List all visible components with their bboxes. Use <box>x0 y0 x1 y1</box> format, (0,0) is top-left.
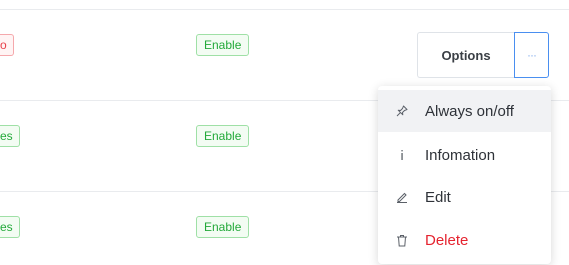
menu-item-label: Infomation <box>425 146 496 164</box>
menu-item-label: Always on/off <box>425 102 514 120</box>
menu-item-label: Delete <box>425 231 469 249</box>
row-actions: Options ··· <box>417 32 549 80</box>
enable-badge: Enable <box>196 125 250 147</box>
info-icon <box>395 149 409 161</box>
status-badge: es <box>0 216 20 238</box>
row-divider <box>0 9 569 10</box>
table-view: o Enable Options ··· es Enable es Enable… <box>0 0 569 265</box>
pin-icon <box>395 105 409 117</box>
trash-icon <box>395 234 409 247</box>
options-dropdown-menu: Always on/off Infomation Edit Delete <box>378 86 551 264</box>
status-badge: o <box>0 34 14 56</box>
options-button[interactable]: Options <box>417 32 514 78</box>
status-badge: es <box>0 125 20 147</box>
pencil-icon <box>395 191 409 203</box>
menu-item-label: Edit <box>425 188 451 206</box>
enable-badge: Enable <box>196 216 250 238</box>
menu-item-edit[interactable]: Edit <box>378 176 551 218</box>
more-actions-button[interactable]: ··· <box>514 32 549 78</box>
menu-item-always-on-off[interactable]: Always on/off <box>378 90 551 132</box>
menu-item-information[interactable]: Infomation <box>378 134 551 176</box>
menu-item-delete[interactable]: Delete <box>378 219 551 261</box>
enable-badge: Enable <box>196 34 250 56</box>
